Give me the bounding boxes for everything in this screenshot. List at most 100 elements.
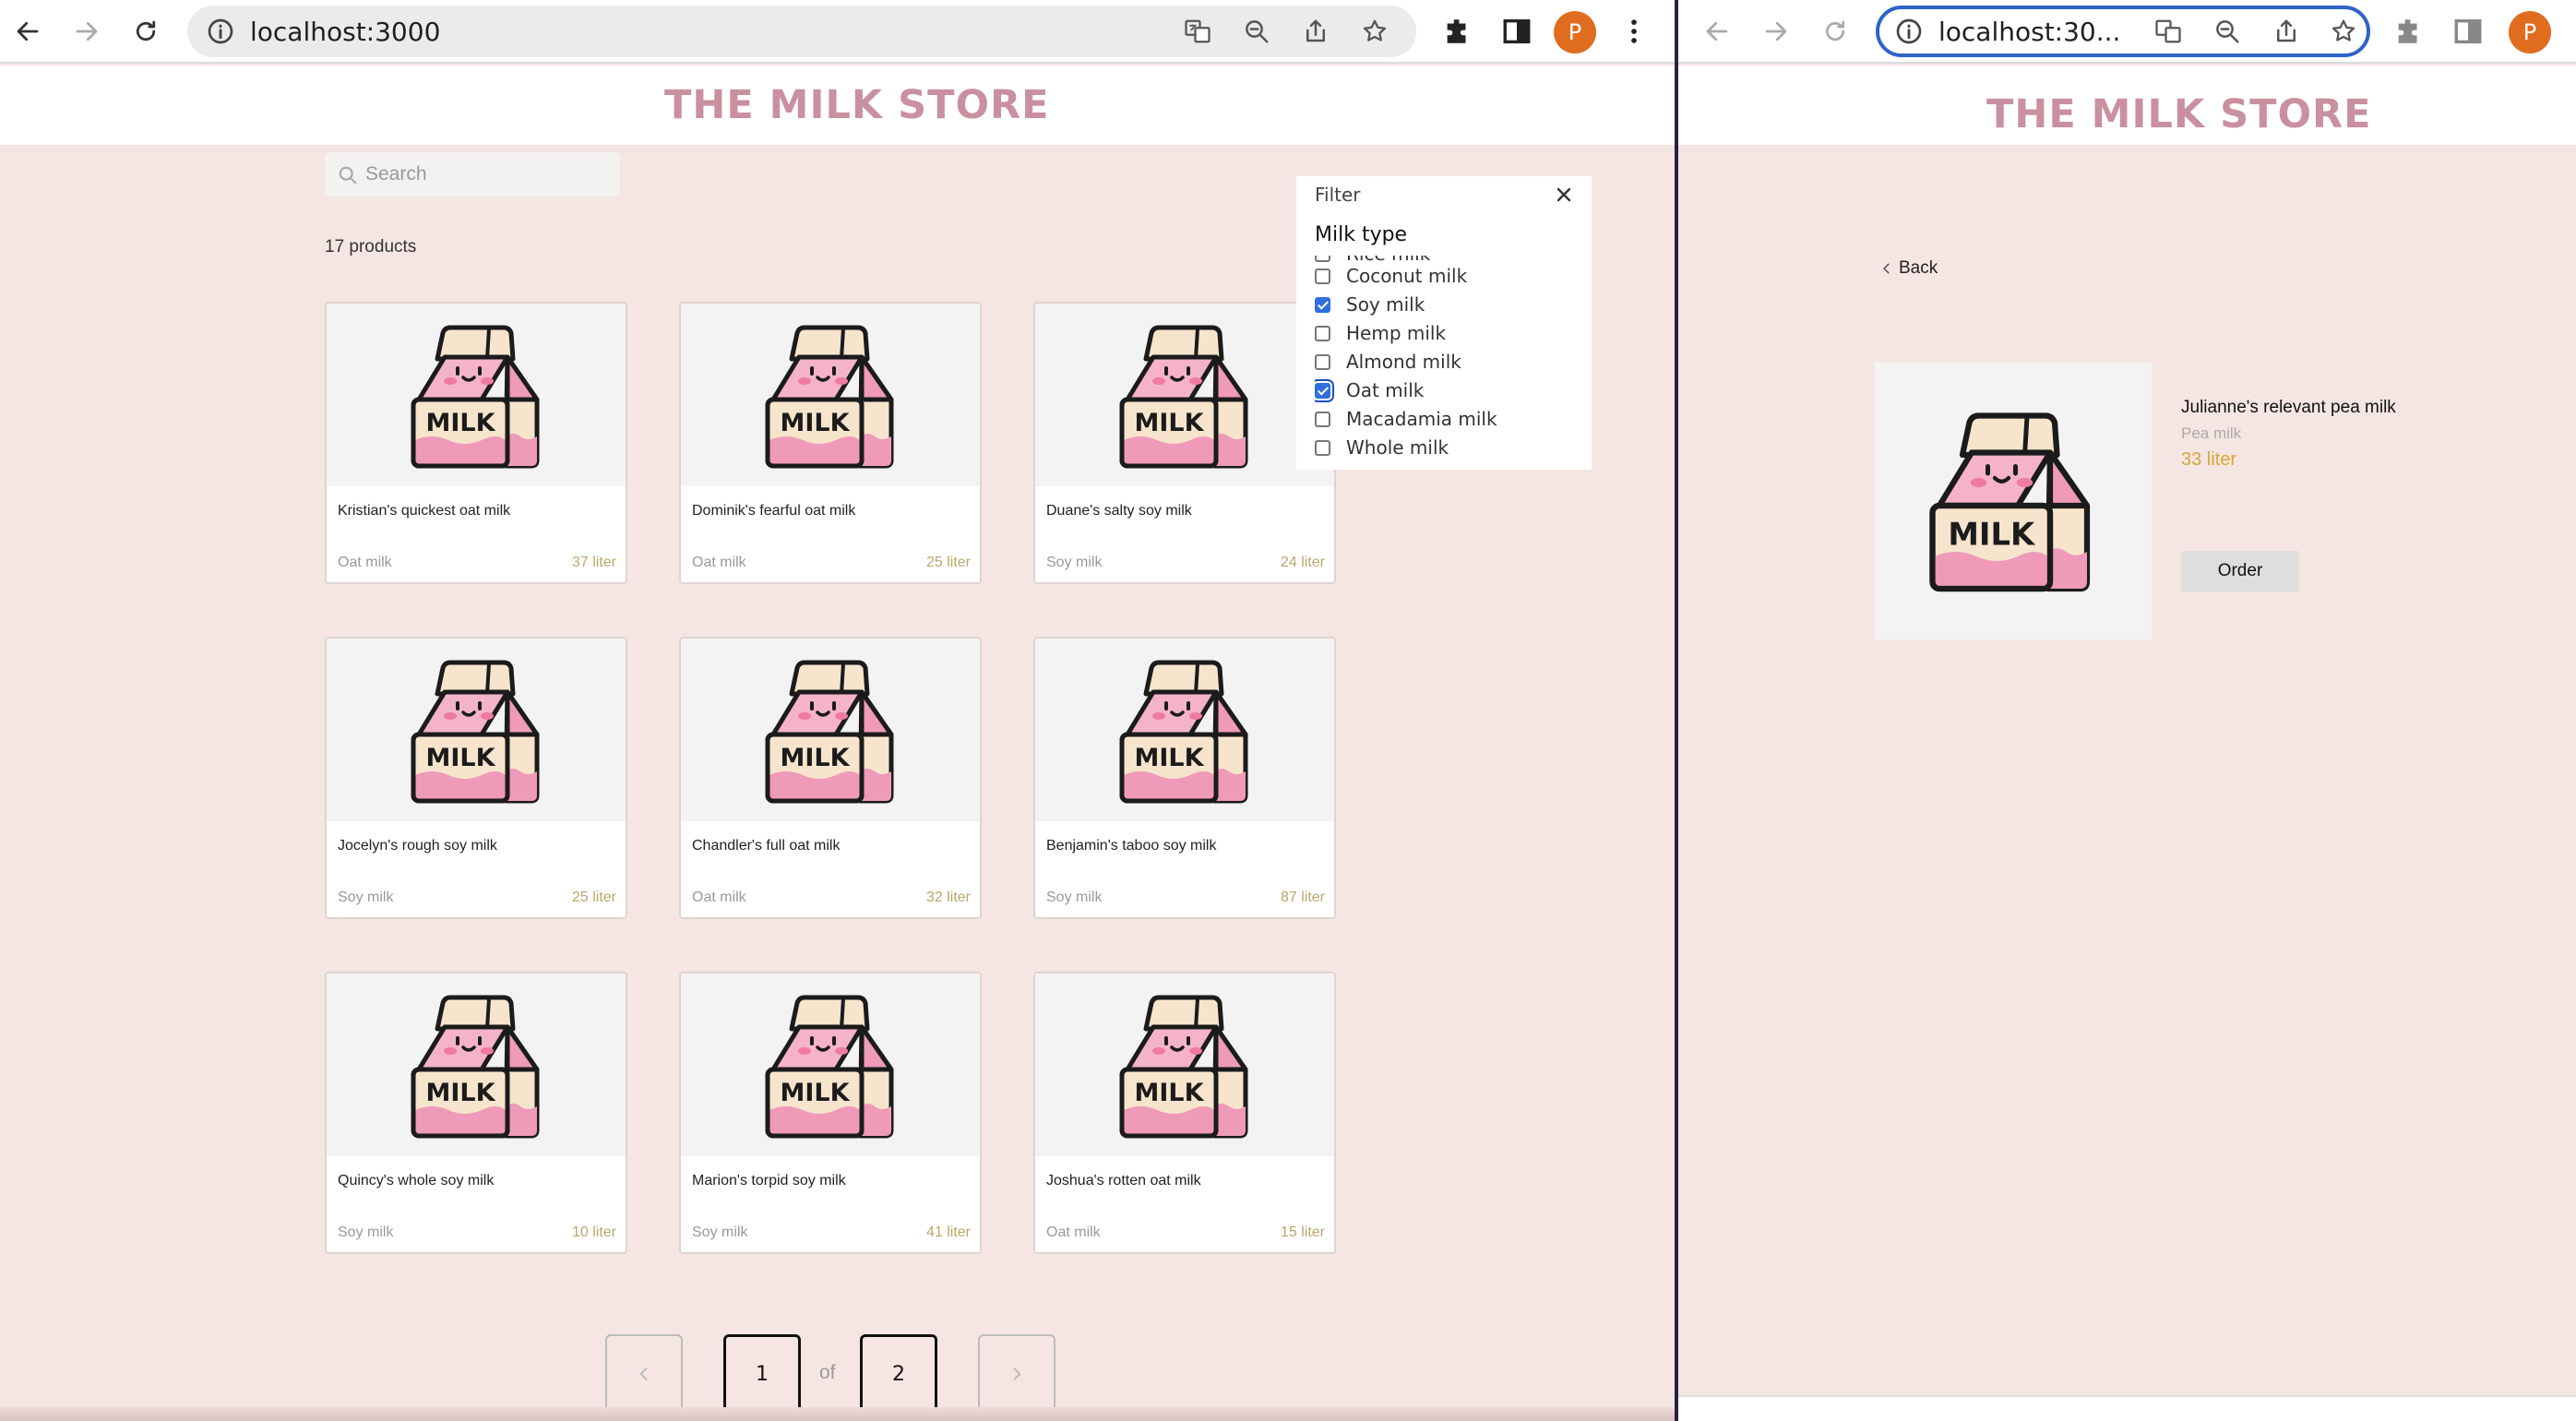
filter-panel: Filter Milk type Rice milk Coconut milk … [1296, 176, 1592, 470]
current-page-button[interactable]: 1 [723, 1334, 801, 1414]
page-of-label: of [819, 1362, 836, 1383]
address-text: localhost:30... [1938, 17, 2121, 47]
close-icon[interactable] [1553, 184, 1575, 206]
filter-option[interactable]: Almond milk [1315, 348, 1461, 376]
back-arrow-icon[interactable] [7, 11, 48, 52]
filter-option[interactable]: Coconut milk [1315, 262, 1467, 290]
extensions-icon[interactable] [1442, 16, 1473, 47]
product-volume: 41 liter [925, 1224, 971, 1240]
product-type: Soy milk [338, 890, 394, 905]
menu-icon[interactable] [1618, 16, 1650, 47]
product-card[interactable]: Quincy's whole soy milk Soy milk 10 lite… [325, 972, 627, 1254]
filter-option-label: Soy milk [1346, 293, 1425, 316]
forward-arrow-icon[interactable] [1756, 11, 1796, 52]
address-bar[interactable]: localhost:30... [1876, 6, 2370, 57]
product-name: Quincy's whole soy milk [338, 1173, 495, 1188]
product-image [1035, 639, 1334, 821]
milk-carton-icon [758, 992, 906, 1140]
product-card[interactable]: Chandler's full oat milk Oat milk 32 lit… [679, 637, 982, 919]
product-card[interactable]: Jocelyn's rough soy milk Soy milk 25 lit… [325, 637, 627, 919]
product-volume: 24 liter [1280, 555, 1325, 570]
info-icon[interactable] [1894, 17, 1924, 46]
address-text: localhost:3000 [250, 17, 441, 47]
zoom-icon[interactable] [1243, 18, 1270, 45]
product-type: Oat milk [692, 890, 746, 905]
reload-icon[interactable] [1815, 11, 1855, 52]
back-arrow-icon[interactable] [1697, 11, 1737, 52]
translate-icon[interactable] [2154, 18, 2182, 45]
product-name: Benjamin's taboo soy milk [1046, 838, 1217, 854]
product-image [1035, 973, 1334, 1156]
filter-option[interactable]: Oat milk [1315, 376, 1424, 404]
product-name: Marion's torpid soy milk [692, 1173, 846, 1188]
info-icon[interactable] [206, 17, 235, 46]
filter-option[interactable]: Hemp milk [1315, 319, 1446, 347]
filter-option[interactable]: Macadamia milk [1315, 405, 1497, 433]
chevron-left-icon [639, 1367, 648, 1380]
product-type: Soy milk [692, 1224, 748, 1240]
total-pages-button[interactable]: 2 [860, 1334, 937, 1414]
extensions-icon[interactable] [2393, 16, 2425, 47]
profile-avatar[interactable]: P [1554, 11, 1596, 54]
product-card[interactable]: Kristian's quickest oat milk Oat milk 37… [325, 302, 627, 584]
filter-heading: Milk type [1315, 223, 1408, 246]
product-type: Soy milk [1046, 555, 1103, 570]
filter-checkbox[interactable] [1315, 256, 1330, 262]
milk-carton-icon [1113, 657, 1260, 805]
filter-checkbox[interactable] [1315, 296, 1330, 313]
forward-arrow-icon[interactable] [66, 11, 107, 52]
product-type: Oat milk [338, 555, 392, 570]
milk-carton-icon [1921, 409, 2105, 593]
order-button[interactable]: Order [2181, 551, 2299, 591]
filter-option-label: Whole milk [1346, 436, 1449, 459]
star-icon[interactable] [2330, 18, 2357, 45]
filter-checkbox[interactable] [1315, 353, 1330, 370]
filter-checkbox[interactable] [1315, 268, 1330, 284]
side-panel-icon[interactable] [2452, 16, 2484, 47]
product-image [1035, 304, 1334, 486]
filter-option-label: Hemp milk [1346, 322, 1447, 344]
filter-option[interactable]: Soy milk [1315, 291, 1425, 318]
search-input[interactable] [365, 158, 611, 191]
zoom-icon[interactable] [2213, 18, 2241, 45]
filter-checkbox[interactable] [1315, 325, 1330, 341]
milk-carton-icon [758, 657, 906, 805]
store-title[interactable]: THE MILK STORE [1986, 75, 2371, 154]
store-title[interactable]: THE MILK STORE [664, 66, 1049, 145]
store-header: THE MILK STORE [1678, 66, 2576, 145]
side-panel-icon[interactable] [1501, 16, 1532, 47]
product-card[interactable]: Duane's salty soy milk Soy milk 24 liter [1033, 302, 1336, 584]
address-bar[interactable]: localhost:3000 [187, 6, 1416, 57]
star-icon[interactable] [1361, 18, 1389, 45]
product-type: Pea milk [2181, 424, 2242, 442]
product-type: Soy milk [1046, 890, 1103, 905]
product-volume: 33 liter [2181, 449, 2237, 470]
filter-options-list[interactable]: Rice milk Coconut milk Soy milk Hemp mil… [1315, 256, 1582, 470]
product-card[interactable]: Dominik's fearful oat milk Oat milk 25 l… [679, 302, 982, 584]
share-icon[interactable] [1302, 18, 1330, 45]
page-bottom-edge [0, 1407, 1675, 1421]
share-icon[interactable] [2272, 18, 2300, 45]
product-name: Joshua's rotten oat milk [1046, 1173, 1201, 1188]
product-name: Jocelyn's rough soy milk [338, 838, 497, 854]
filter-checkbox[interactable] [1315, 378, 1334, 402]
filter-checkbox[interactable] [1315, 411, 1330, 427]
search-field[interactable] [325, 152, 620, 197]
next-page-button[interactable] [978, 1334, 1055, 1414]
product-card[interactable]: Joshua's rotten oat milk Oat milk 15 lit… [1033, 972, 1336, 1254]
product-volume: 10 liter [571, 1224, 616, 1240]
previous-page-button[interactable] [605, 1334, 683, 1414]
chevron-right-icon [1013, 1367, 1021, 1380]
product-card[interactable]: Benjamin's taboo soy milk Soy milk 87 li… [1033, 637, 1336, 919]
browser-toolbar: localhost:3000 P [0, 0, 1675, 64]
profile-avatar[interactable]: P [2509, 11, 2551, 54]
back-link[interactable]: Back [1880, 258, 1938, 279]
milk-carton-icon [404, 322, 552, 470]
filter-option[interactable]: Whole milk [1315, 434, 1449, 461]
filter-title: Filter [1315, 184, 1361, 206]
filter-checkbox[interactable] [1315, 439, 1330, 456]
filter-option-label: Macadamia milk [1346, 408, 1497, 430]
translate-icon[interactable] [1184, 18, 1211, 45]
product-card[interactable]: Marion's torpid soy milk Soy milk 41 lit… [679, 972, 982, 1254]
reload-icon[interactable] [125, 11, 166, 52]
